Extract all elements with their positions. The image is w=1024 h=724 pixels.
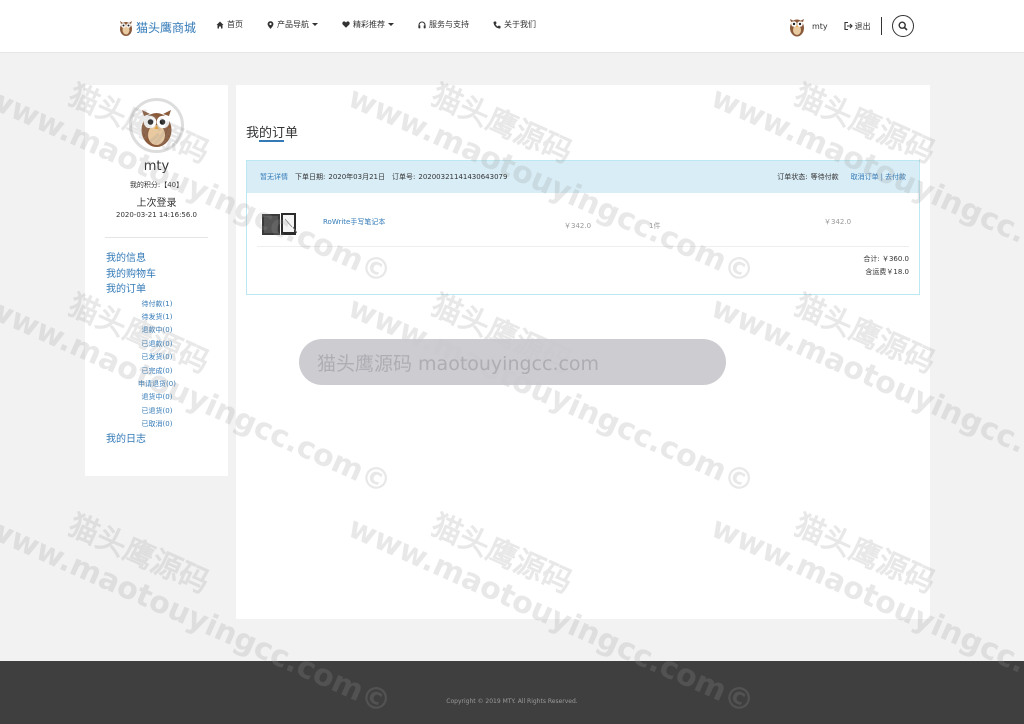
order-status-submenu: 待付款(1) 待发货(1) 退款中(0) 已退款(0) 已发货(0) 已完成(0… <box>106 298 228 432</box>
account-menu: 我的信息 我的购物车 我的订单 待付款(1) 待发货(1) 退款中(0) 已退款… <box>106 251 228 447</box>
notebook-image-icon <box>262 213 297 235</box>
heart-icon <box>342 21 350 28</box>
submenu-return-requested[interactable]: 申请退货(0) <box>106 378 228 391</box>
menu-my-log[interactable]: 我的日志 <box>106 432 228 448</box>
owl-logo-icon <box>120 21 132 36</box>
chevron-down-icon <box>312 23 318 26</box>
nav-home-label: 首页 <box>227 20 243 29</box>
order-status-label: 订单状态: <box>777 173 808 181</box>
nav-about[interactable]: 关于我们 <box>493 19 536 30</box>
order-status: 等待付款 <box>810 173 839 181</box>
header-username[interactable]: mty <box>812 22 828 31</box>
nav-home[interactable]: 首页 <box>216 19 243 30</box>
banner-text: 猫头鹰源码 maotouyingcc.com <box>317 352 600 375</box>
nav-about-label: 关于我们 <box>504 20 536 29</box>
profile-avatar <box>129 98 184 153</box>
sign-out-icon <box>844 22 853 30</box>
nav-products[interactable]: 产品导航 <box>267 19 318 30</box>
last-login-label: 上次登录 <box>136 198 177 209</box>
order-no-label: 订单号: <box>392 173 416 181</box>
submenu-refunded[interactable]: 已退款(0) <box>106 338 228 351</box>
user-sidebar: mty 我的积分:【40】 上次登录 2020-03-21 14:16:56.0… <box>85 85 228 476</box>
menu-my-orders[interactable]: 我的订单 <box>106 282 228 298</box>
menu-my-info[interactable]: 我的信息 <box>106 251 228 267</box>
user-avatar[interactable] <box>788 15 806 37</box>
order-date-label: 下单日期: <box>295 173 326 181</box>
title-underline <box>259 140 284 142</box>
submenu-completed[interactable]: 已完成(0) <box>106 365 228 378</box>
nav-service-label: 服务与支持 <box>429 20 469 29</box>
watermark-banner: 猫头鹰源码 maotouyingcc.com <box>299 339 726 385</box>
nav-recommend-label: 精彩推荐 <box>353 20 385 29</box>
phone-icon <box>493 21 501 29</box>
owl-avatar-icon <box>141 110 172 147</box>
page-title: 我的订单 <box>246 126 299 141</box>
map-marker-icon <box>267 20 274 29</box>
order-detail-link[interactable]: 暂无详情 <box>260 172 288 182</box>
search-icon <box>898 21 908 31</box>
last-login-time: 2020-03-21 14:16:56.0 <box>115 211 198 219</box>
headphones-icon <box>418 21 426 28</box>
footer: Copyright © 2019 MTY. All Rights Reserve… <box>0 661 1024 724</box>
product-subtotal: ￥342.0 <box>824 218 852 226</box>
submenu-shipped[interactable]: 已发货(0) <box>106 351 228 364</box>
menu-my-cart[interactable]: 我的购物车 <box>106 267 228 283</box>
submenu-pending-payment[interactable]: 待付款(1) <box>106 298 228 311</box>
logout-label: 退出 <box>854 21 871 31</box>
order-number: 20200321141430643079 <box>418 173 508 181</box>
search-button[interactable] <box>891 15 914 37</box>
home-icon <box>216 21 224 28</box>
product-name-link[interactable]: RoWrite手写笔记本 <box>323 217 385 227</box>
order-total: 合计: ￥360.0 <box>863 255 909 263</box>
cancel-order-link[interactable]: 取消订单 <box>851 172 879 182</box>
top-navbar: 猫头鹰商城 首页 产品导航 精彩推荐 服务与支持 关于我们 mty 退出 <box>0 0 1024 53</box>
submenu-returned[interactable]: 已退货(0) <box>106 405 228 418</box>
submenu-cancelled[interactable]: 已取消(0) <box>106 418 228 431</box>
submenu-pending-shipment[interactable]: 待发货(1) <box>106 311 228 324</box>
nav-products-label: 产品导航 <box>277 20 309 29</box>
product-price: ￥342.0 <box>564 222 592 230</box>
pay-order-link[interactable]: 去付款 <box>885 172 906 182</box>
points-text: 我的积分:【40】 <box>129 181 184 189</box>
brand-name: 猫头鹰商城 <box>136 20 197 35</box>
order-actions: 订单状态: 等待付款 取消订单 | 去付款 <box>777 172 906 182</box>
submenu-returning[interactable]: 退货中(0) <box>106 391 228 404</box>
copyright-text: Copyright © 2019 MTY. All Rights Reserve… <box>446 698 578 705</box>
chevron-down-icon <box>388 23 394 26</box>
product-thumbnail[interactable] <box>262 213 297 236</box>
order-item-row: RoWrite手写笔记本 ￥342.0 1件 ￥342.0 <box>257 193 909 247</box>
submenu-refunding[interactable]: 退款中(0) <box>106 324 228 337</box>
order-shipping: 含运费￥18.0 <box>865 268 909 276</box>
divider <box>105 237 208 238</box>
nav-service[interactable]: 服务与支持 <box>418 19 469 30</box>
sidebar-username: mty <box>143 159 170 174</box>
nav-recommend[interactable]: 精彩推荐 <box>342 19 394 30</box>
brand[interactable]: 猫头鹰商城 <box>118 16 196 38</box>
divider <box>880 17 882 35</box>
action-divider: | <box>880 173 883 181</box>
product-quantity: 1件 <box>649 222 661 230</box>
order-panel: 暂无详情 下单日期: 2020年03月21日 订单号: 202003211414… <box>246 160 920 295</box>
logout-button[interactable]: 退出 <box>844 21 871 32</box>
order-header: 暂无详情 下单日期: 2020年03月21日 订单号: 202003211414… <box>247 161 919 193</box>
order-totals: 合计: ￥360.0 含运费￥18.0 <box>863 253 909 279</box>
order-date: 2020年03月21日 <box>328 173 385 181</box>
main-nav: 首页 产品导航 精彩推荐 服务与支持 关于我们 <box>216 19 560 30</box>
user-area: mty 退出 <box>788 15 914 37</box>
